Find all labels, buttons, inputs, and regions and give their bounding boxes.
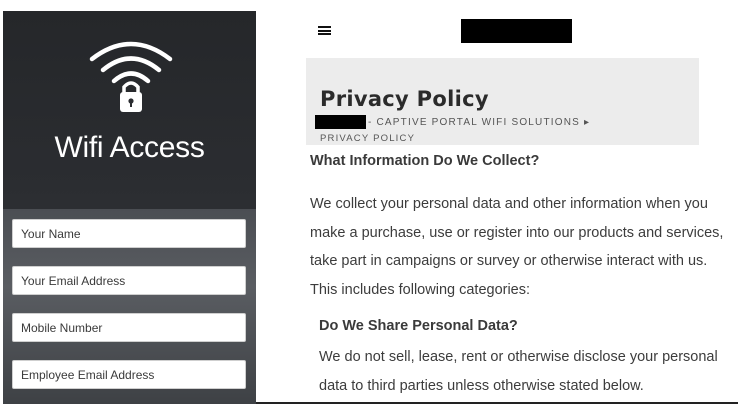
hamburger-menu-icon[interactable]	[318, 26, 331, 35]
wifi-lock-icon	[89, 41, 173, 112]
section-paragraph-share: We do not sell, lease, rent or otherwise…	[319, 343, 738, 400]
paragraph-line: take part in campaigns or survey or othe…	[310, 253, 708, 269]
email-input[interactable]	[12, 266, 246, 295]
section-paragraph-collect: We collect your personal data and other …	[310, 190, 738, 304]
page: Wifi Access Privacy Policy - CAPTIVE POR…	[0, 0, 738, 404]
paragraph-line: We do not sell, lease, rent or otherwise…	[319, 349, 718, 365]
paragraph-line: This includes following categories:	[310, 281, 531, 298]
section-heading-collect: What Information Do We Collect?	[310, 153, 540, 169]
wifi-access-title: Wifi Access	[54, 131, 205, 164]
employee-email-input[interactable]	[12, 360, 246, 389]
mobile-number-input[interactable]	[12, 313, 246, 342]
name-input[interactable]	[12, 219, 246, 248]
page-title: Privacy Policy	[320, 87, 489, 111]
paragraph-line: make a purchase, use or register into ou…	[310, 224, 724, 241]
page-title-box: Privacy Policy - CAPTIVE PORTAL WIFI SOL…	[306, 58, 699, 145]
wifi-access-panel: Wifi Access	[3, 11, 256, 404]
redacted-logo	[461, 19, 572, 43]
breadcrumb-current: PRIVACY POLICY	[320, 133, 416, 144]
breadcrumb-redacted	[315, 115, 366, 129]
paragraph-line: We collect your personal data and other …	[310, 196, 708, 212]
paragraph-line: data to third parties unless otherwise s…	[319, 377, 644, 394]
section-heading-share: Do We Share Personal Data?	[319, 318, 518, 334]
breadcrumb-link[interactable]: - CAPTIVE PORTAL WIFI SOLUTIONS ▸	[368, 117, 590, 128]
